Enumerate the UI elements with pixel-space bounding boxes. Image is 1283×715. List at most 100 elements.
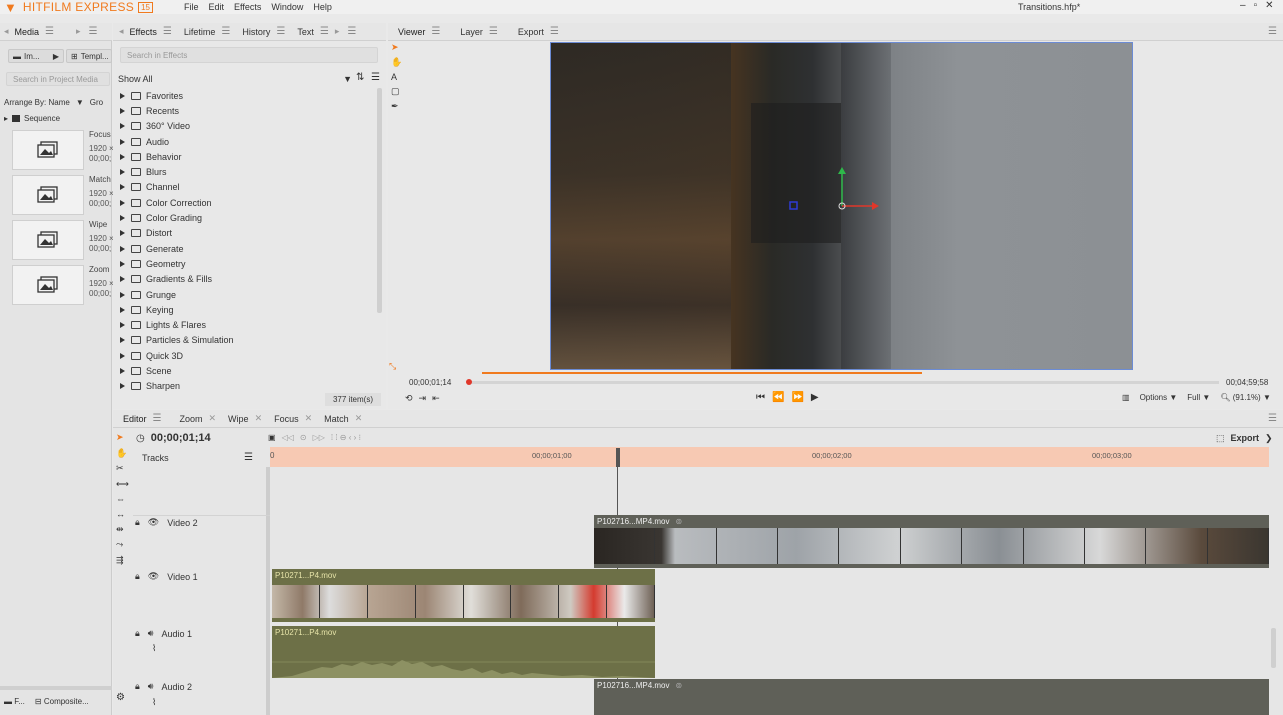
waveform-toggle-icon[interactable]: ⌇ bbox=[152, 697, 156, 708]
panel-menu-icon[interactable]: ☰ bbox=[89, 26, 98, 37]
roll-tool-icon[interactable]: ⇔ bbox=[116, 494, 129, 504]
ripple-tool-icon[interactable]: ⟷ bbox=[116, 479, 129, 490]
tab-export[interactable]: Export ☰ bbox=[512, 26, 565, 37]
hand-tool-icon[interactable]: ✋ bbox=[116, 448, 129, 459]
minimize-icon[interactable]: – bbox=[1240, 0, 1246, 11]
effects-category[interactable]: Blurs bbox=[118, 164, 378, 179]
anchor-point-icon[interactable] bbox=[789, 201, 798, 210]
quality-dropdown[interactable]: Full ▼ bbox=[1187, 393, 1210, 402]
effects-category[interactable]: Channel bbox=[118, 180, 378, 195]
menu-edit[interactable]: Edit bbox=[209, 2, 225, 12]
effects-category[interactable]: Keying bbox=[118, 302, 378, 317]
menu-file[interactable]: File bbox=[184, 2, 199, 12]
effects-category[interactable]: Color Grading bbox=[118, 210, 378, 225]
menu-icon[interactable]: ☰ bbox=[153, 413, 162, 424]
speaker-icon[interactable]: 🔊︎ bbox=[148, 681, 154, 692]
tab-lifetime[interactable]: Lifetime ☰ bbox=[178, 26, 236, 37]
timeline-vertical-scrollbar[interactable] bbox=[1271, 628, 1276, 668]
effects-category[interactable]: Geometry bbox=[118, 256, 378, 271]
waveform-toggle-icon[interactable]: ⌇ bbox=[152, 643, 156, 654]
close-tab-icon[interactable]: ✕ bbox=[209, 413, 217, 424]
razor-tool-icon[interactable]: ✂ bbox=[116, 463, 129, 474]
import-button[interactable]: ▬ Im... ▶ bbox=[8, 49, 64, 63]
menu-window[interactable]: Window bbox=[271, 2, 303, 12]
loop-icon[interactable]: ⟲ bbox=[405, 393, 413, 404]
play-icon[interactable]: ▶ bbox=[811, 392, 819, 403]
media-search-input[interactable]: Search in Project Media bbox=[6, 72, 110, 86]
skip-start-icon[interactable]: ⏮ bbox=[756, 392, 765, 403]
panel-menu-icon[interactable]: ☰ bbox=[347, 26, 356, 37]
zoom-dropdown[interactable]: 🔍︎ (91.1%) ▼ bbox=[1220, 393, 1271, 402]
transform-gizmo[interactable] bbox=[785, 165, 885, 215]
media-thumb-zoom[interactable] bbox=[12, 265, 84, 305]
effects-category[interactable]: Particles & Simulation bbox=[118, 333, 378, 348]
timecode-display[interactable]: ◷ 00;00;01;14 bbox=[136, 432, 211, 444]
menu-icon[interactable]: ☰ bbox=[221, 26, 230, 37]
sort-icon[interactable]: ⇅ bbox=[356, 72, 364, 83]
options-dropdown[interactable]: Options ▼ bbox=[1140, 393, 1178, 402]
clip-video2[interactable]: P102716...MP4.mov ⊚ bbox=[594, 515, 1269, 568]
media-scrollbar[interactable] bbox=[0, 686, 112, 690]
lock-icon[interactable]: 🔒︎ bbox=[135, 628, 140, 639]
panel-menu-icon[interactable]: ☰ bbox=[1268, 413, 1277, 424]
tab-composite[interactable]: ⊟ Composite... bbox=[35, 697, 89, 706]
slip-tool-icon[interactable]: ↔ bbox=[116, 509, 129, 519]
media-thumb-wipe[interactable] bbox=[12, 220, 84, 260]
rate-stretch-tool-icon[interactable]: ⤳ bbox=[116, 539, 129, 550]
menu-icon[interactable]: ☰ bbox=[320, 26, 329, 37]
effects-category[interactable]: Scene bbox=[118, 363, 378, 378]
tab-media[interactable]: Media ☰ bbox=[9, 26, 60, 37]
clip-audio1[interactable]: P10271...P4.mov bbox=[272, 626, 655, 678]
tab-zoom[interactable]: Zoom ✕ bbox=[173, 413, 222, 424]
tab-match[interactable]: Match ✕ bbox=[318, 413, 368, 424]
lock-icon[interactable]: 🔒︎ bbox=[135, 571, 140, 582]
menu-icon[interactable]: ☰ bbox=[431, 26, 440, 37]
restore-icon[interactable]: ▫ bbox=[1254, 0, 1258, 11]
center-icon[interactable]: ⊙ bbox=[300, 433, 307, 442]
effects-scrollbar[interactable] bbox=[377, 88, 382, 313]
close-icon[interactable]: ✕ bbox=[1265, 0, 1273, 11]
tab-history[interactable]: History ☰ bbox=[236, 26, 291, 37]
tab-effects[interactable]: Effects ☰ bbox=[124, 26, 178, 37]
mask-tool-icon[interactable]: ▢ bbox=[391, 86, 402, 97]
tab-file[interactable]: ▬ F... bbox=[4, 697, 25, 706]
tab-text[interactable]: Text ☰ bbox=[291, 26, 334, 37]
effects-search-input[interactable]: Search in Effects bbox=[120, 47, 378, 63]
effects-category[interactable]: Quick 3D bbox=[118, 348, 378, 363]
eye-icon[interactable]: 👁︎ bbox=[148, 571, 159, 582]
pen-tool-icon[interactable]: ✒ bbox=[391, 101, 402, 112]
list-menu-icon[interactable]: ☰ bbox=[371, 72, 380, 83]
arrange-by-select[interactable]: Arrange By: Name ▼ Gro bbox=[4, 98, 103, 107]
out-point-icon[interactable]: ⇤ bbox=[432, 393, 440, 404]
menu-effects[interactable]: Effects bbox=[234, 2, 261, 12]
track-select-tool-icon[interactable]: ⇶ bbox=[116, 555, 129, 566]
marker-icon[interactable]: ⁞ ⁞ ⊖ ‹ › ⁝ bbox=[331, 433, 361, 442]
templates-button[interactable]: ⊞ Templ... bbox=[66, 49, 112, 63]
effects-category[interactable]: Lights & Flares bbox=[118, 317, 378, 332]
media-thumb-match[interactable] bbox=[12, 175, 84, 215]
clip-video1[interactable]: P10271...P4.mov bbox=[272, 569, 655, 622]
next-frame-icon[interactable]: ▷▷ bbox=[313, 433, 325, 442]
viewer-playhead[interactable] bbox=[466, 379, 472, 385]
speaker-icon[interactable]: 🔊︎ bbox=[148, 628, 154, 639]
close-tab-icon[interactable]: ✕ bbox=[305, 413, 313, 424]
editor-export-button[interactable]: ⬚ Export ❯ bbox=[1216, 433, 1273, 444]
effects-category[interactable]: Distort bbox=[118, 226, 378, 241]
effects-category[interactable]: Gradients & Fills bbox=[118, 272, 378, 287]
effects-filter-select[interactable]: Show All ▼ bbox=[118, 72, 352, 86]
effects-category[interactable]: Recents bbox=[118, 103, 378, 118]
close-tab-icon[interactable]: ✕ bbox=[255, 413, 263, 424]
in-point-icon[interactable]: ⇥ bbox=[419, 393, 427, 404]
tab-wipe[interactable]: Wipe ✕ bbox=[222, 413, 268, 424]
prev-frame-icon[interactable]: ◁◁ bbox=[282, 433, 294, 442]
clip-audio2[interactable]: P102716...MP4.mov ⊚ bbox=[594, 679, 1269, 715]
lock-icon[interactable]: 🔒︎ bbox=[135, 681, 140, 692]
effects-category[interactable]: 360° Video bbox=[118, 119, 378, 134]
timeline-playhead-handle[interactable] bbox=[616, 448, 620, 467]
effects-category[interactable]: Grunge bbox=[118, 287, 378, 302]
track-header-divider[interactable] bbox=[266, 467, 270, 715]
menu-icon[interactable]: ☰ bbox=[550, 26, 559, 37]
menu-icon[interactable]: ☰ bbox=[489, 26, 498, 37]
menu-icon[interactable]: ☰ bbox=[276, 26, 285, 37]
viewer-scrubber[interactable] bbox=[469, 381, 1219, 384]
